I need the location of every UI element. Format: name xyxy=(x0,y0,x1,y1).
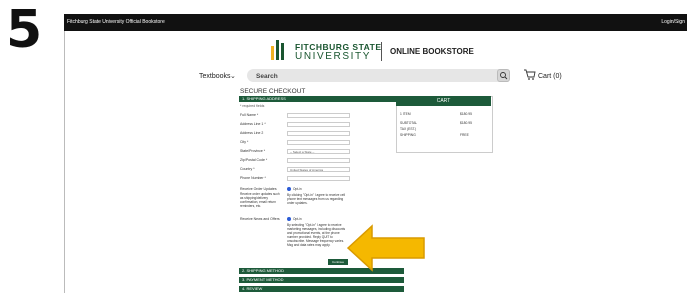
search-icon xyxy=(500,72,508,80)
arrow-icon xyxy=(346,224,425,272)
news-offers-label: Receive News and Offers xyxy=(240,217,280,221)
order-updates-option: Opt-in xyxy=(293,187,302,191)
order-updates-text: By clicking "Opt-in" I agree to receive … xyxy=(287,193,346,205)
cart-icon[interactable] xyxy=(523,69,536,81)
address-line-1-input[interactable] xyxy=(287,122,350,127)
textbooks-menu[interactable]: Textbooks xyxy=(199,73,231,80)
cart-row-value: $180.95 xyxy=(460,121,472,125)
zip-input[interactable] xyxy=(287,158,350,163)
city-input[interactable] xyxy=(287,140,350,145)
section-review[interactable]: 4. REVIEW xyxy=(239,286,404,292)
section-payment-method[interactable]: 3. PAYMENT METHOD xyxy=(239,277,404,283)
search-input[interactable] xyxy=(247,69,509,82)
field-label: Address Line 1 * xyxy=(240,122,266,126)
address-line-2-input[interactable] xyxy=(287,131,350,136)
cart-link[interactable]: Cart (0) xyxy=(538,73,562,80)
field-label: City * xyxy=(240,140,249,144)
field-label: Phone Number * xyxy=(240,176,266,180)
search-placeholder: Search xyxy=(256,73,278,80)
field-label: Country * xyxy=(240,167,255,171)
search-button[interactable] xyxy=(497,69,510,82)
cart-row-label: 1 ITEM xyxy=(400,112,411,116)
field-label: Address Line 2 xyxy=(240,131,264,135)
brand-line-2: UNIVERSITY xyxy=(295,51,372,62)
section-shipping-address[interactable]: 1. SHIPPING ADDRESS xyxy=(239,96,404,102)
login-link[interactable]: Login/Sign xyxy=(661,19,685,25)
field-label: State/Province * xyxy=(240,149,266,153)
news-offers-text: By selecting "Opt-in" I agree to receive… xyxy=(287,223,346,247)
order-updates-label: Receive Order Updates xyxy=(240,187,277,191)
checkout-title: SECURE CHECKOUT xyxy=(240,88,306,95)
brand-line-3: ONLINE BOOKSTORE xyxy=(390,47,474,56)
state-select[interactable]: -- Select a State -- xyxy=(287,149,350,154)
top-bar: Fitchburg State University Official Book… xyxy=(64,14,687,31)
cart-summary-title: CART xyxy=(396,96,491,106)
brand-divider xyxy=(381,42,382,61)
country-select[interactable]: United States of America xyxy=(287,167,350,172)
order-updates-sublabel: Receive order updates such as shipping/d… xyxy=(240,192,280,208)
cart-row-label: TAX (EST.) xyxy=(400,127,417,131)
step-number: 5 xyxy=(6,0,43,60)
field-label: Zip/Postal Code * xyxy=(240,158,268,162)
field-label: Full Name * xyxy=(240,113,259,117)
cart-row-value: FREE xyxy=(460,133,469,137)
cart-row-label: SHIPPING xyxy=(400,133,416,137)
order-updates-radio[interactable] xyxy=(287,187,291,191)
news-offers-option: Opt-in xyxy=(293,217,302,221)
cart-row-label: SUBTOTAL xyxy=(400,121,418,125)
store-title: Fitchburg State University Official Book… xyxy=(67,19,165,25)
full-name-input[interactable] xyxy=(287,113,350,118)
cart-row-value: $180.95 xyxy=(460,112,472,116)
news-offers-radio[interactable] xyxy=(287,217,291,221)
required-note: * required fields xyxy=(240,104,265,108)
chevron-down-icon: ⌄ xyxy=(230,73,236,80)
phone-input[interactable] xyxy=(287,176,350,181)
